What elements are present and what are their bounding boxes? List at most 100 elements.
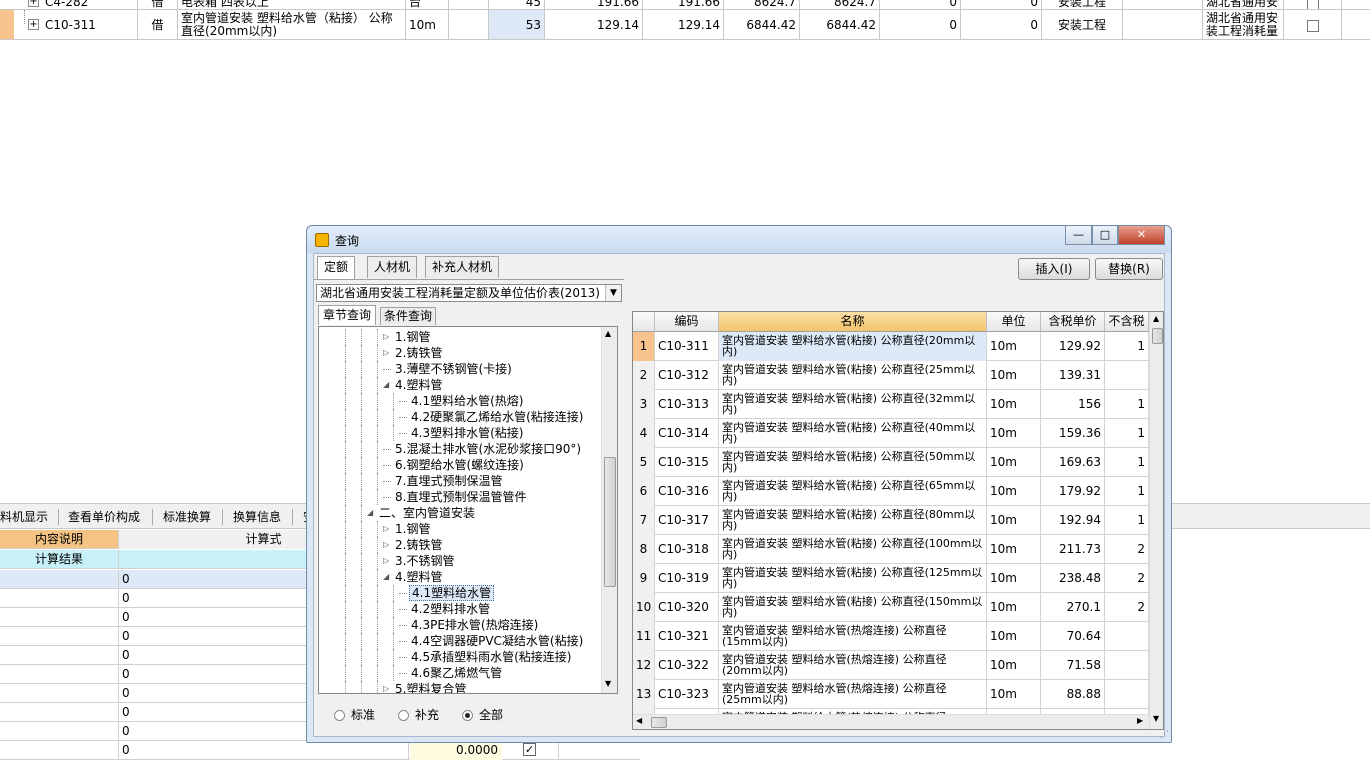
grid-hscroll-thumb[interactable] [651, 717, 667, 728]
scroll-up-icon[interactable]: ▲ [605, 329, 611, 338]
subtab-condition[interactable]: 条件查询 [380, 307, 437, 325]
grid-hscrollbar[interactable]: ◀ ▶ [633, 714, 1149, 729]
tree-node[interactable]: 4.4空调器硬PVC凝结水管(粘接) [319, 633, 599, 649]
grid-header-cell[interactable]: 单位 [987, 312, 1041, 332]
replace-button[interactable]: 替换(R) [1095, 258, 1163, 280]
expand-arrow-icon[interactable]: ▷ [383, 345, 389, 361]
collapse-arrow-icon[interactable]: ◢ [367, 505, 373, 521]
main-grid-row-1[interactable]: + C4-282 借 电表箱 四表以上 台 45 191.66 191.66 8… [0, 0, 1370, 10]
chapter-tree[interactable]: ▷ 1.钢管 ▷ 2.铸铁管 3.薄壁不锈钢管(卡接) ◢ 4.塑料管 4.1塑料给水管(热熔… [318, 326, 618, 694]
scroll-up-icon[interactable]: ▲ [1153, 314, 1159, 323]
tab-material-display[interactable]: 料机显示 [0, 509, 48, 525]
tab-labor-material[interactable]: 人材机 [367, 256, 418, 278]
expand-icon[interactable]: + [28, 0, 39, 7]
grid-header-cell[interactable] [633, 312, 655, 332]
resize-grip-icon[interactable]: ⋰ [1160, 730, 1169, 740]
value-checkbox[interactable]: ✓ [523, 743, 536, 756]
row-checkbox[interactable] [1284, 0, 1342, 9]
grid-row[interactable]: 4 C10-314 室内管道安装 塑料给水管(粘接) 公称直径(40mm以内) 10m… [633, 419, 1149, 448]
scroll-right-icon[interactable]: ▶ [1137, 716, 1143, 725]
tree-node[interactable]: 3.薄壁不锈钢管(卡接) [319, 361, 599, 377]
scroll-left-icon[interactable]: ◀ [636, 716, 642, 725]
grid-header-cell[interactable]: 不含税 [1105, 312, 1149, 332]
tree-node[interactable]: ▷ 1.钢管 [319, 329, 599, 345]
expand-arrow-icon[interactable]: ▷ [383, 329, 389, 345]
insert-button[interactable]: 插入(I) [1018, 258, 1090, 280]
scroll-down-icon[interactable]: ▼ [1153, 714, 1159, 723]
tree-node[interactable]: 4.1塑料给水管 [319, 585, 599, 601]
expand-icon[interactable]: + [28, 19, 39, 30]
library-select[interactable]: 湖北省通用安装工程消耗量定额及单位估价表(2013) ▼ [316, 284, 622, 302]
radio-circle-icon[interactable] [334, 710, 345, 721]
tree-node[interactable]: ▷ 3.不锈钢管 [319, 553, 599, 569]
tree-node[interactable]: 6.钢塑给水管(螺纹连接) [319, 457, 599, 473]
expand-arrow-icon[interactable]: ▷ [383, 537, 389, 553]
grid-scrollbar[interactable]: ▲ ▼ [1149, 312, 1163, 729]
tree-scrollbar[interactable]: ▲ ▼ [601, 327, 617, 693]
expand-arrow-icon[interactable]: ▷ [383, 521, 389, 537]
radio-0[interactable]: 标准 [334, 706, 375, 723]
grid-row[interactable]: 8 C10-318 室内管道安装 塑料给水管(粘接) 公称直径(100mm以内) 10… [633, 535, 1149, 564]
grid-row[interactable]: 2 C10-312 室内管道安装 塑料给水管(粘接) 公称直径(25mm以内) 10m… [633, 361, 1149, 390]
grid-row[interactable]: 6 C10-316 室内管道安装 塑料给水管(粘接) 公称直径(65mm以内) 10m… [633, 477, 1149, 506]
tree-node[interactable]: 4.6聚乙烯燃气管 [319, 665, 599, 681]
grid-header-cell[interactable]: 名称 [719, 312, 987, 332]
tree-node[interactable]: ▷ 2.铸铁管 [319, 537, 599, 553]
dialog-titlebar[interactable]: 查询 — □ ✕ [307, 226, 1171, 253]
tab-supplementary[interactable]: 补充人材机 [425, 256, 500, 278]
tab-standard-conversion[interactable]: 标准换算 [163, 509, 211, 525]
tree-node[interactable]: ◢ 4.塑料管 [319, 377, 599, 393]
close-button[interactable]: ✕ [1118, 226, 1165, 245]
radio-1[interactable]: 补充 [398, 706, 439, 723]
expand-arrow-icon[interactable]: ▷ [383, 681, 389, 693]
tree-node[interactable]: 4.3塑料排水管(粘接) [319, 425, 599, 441]
tree-node[interactable]: ◢ 4.塑料管 [319, 569, 599, 585]
grid-row[interactable]: 3 C10-313 室内管道安装 塑料给水管(粘接) 公称直径(32mm以内) 10m… [633, 390, 1149, 419]
grid-row[interactable]: 11 C10-321 室内管道安装 塑料给水管(热熔连接) 公称直径(15mm以内)… [633, 622, 1149, 651]
subtab-chapter[interactable]: 章节查询 [318, 305, 377, 325]
row-checkbox[interactable] [1284, 10, 1342, 39]
grid-header-cell[interactable]: 含税单价 [1041, 312, 1105, 332]
tree-node[interactable]: 4.5承插塑料雨水管(粘接连接) [319, 649, 599, 665]
main-grid-row-2[interactable]: + C10-311 借 室内管道安装 塑料给水管（粘接） 公称直径(20mm以内… [0, 10, 1370, 40]
minimize-button[interactable]: — [1065, 226, 1092, 245]
grid-row[interactable]: 13 C10-323 室内管道安装 塑料给水管(热熔连接) 公称直径(25mm以内)… [633, 680, 1149, 709]
tab-unit-price-composition[interactable]: 查看单价构成 [68, 509, 140, 525]
tree-node[interactable]: ▷ 5.塑料复合管 [319, 681, 599, 693]
tree-node[interactable]: 4.3PE排水管(热熔连接) [319, 617, 599, 633]
tree-node[interactable]: ◢ 二、室内管道安装 [319, 505, 599, 521]
quota-grid[interactable]: 编码 名称 单位 含税单价 不含税 1 C10-311 室内管道安装 塑料给水管(粘接) 公… [632, 311, 1164, 730]
collapse-arrow-icon[interactable]: ◢ [383, 569, 389, 585]
tree-node[interactable]: 8.直埋式预制保温管管件 [319, 489, 599, 505]
tab-quota[interactable]: 定额 [317, 256, 356, 279]
dropdown-arrow-icon[interactable]: ▼ [605, 285, 621, 301]
grid-row[interactable]: 7 C10-317 室内管道安装 塑料给水管(粘接) 公称直径(80mm以内) 10m… [633, 506, 1149, 535]
tree-scroll-thumb[interactable] [604, 457, 616, 587]
grid-row[interactable]: 1 C10-311 室内管道安装 塑料给水管(粘接) 公称直径(20mm以内) 10m… [633, 332, 1149, 361]
grid-row[interactable]: 10 C10-320 室内管道安装 塑料给水管(粘接) 公称直径(150mm以内) 1… [633, 593, 1149, 622]
tree-node[interactable]: ▷ 2.铸铁管 [319, 345, 599, 361]
scroll-down-icon[interactable]: ▼ [605, 679, 611, 688]
tree-node[interactable]: ▷ 1.钢管 [319, 521, 599, 537]
grid-row[interactable]: 12 C10-322 室内管道安装 塑料给水管(热熔连接) 公称直径(20mm以内)… [633, 651, 1149, 680]
collapse-arrow-icon[interactable]: ◢ [383, 377, 389, 393]
tree-node[interactable]: 5.混凝土排水管(水泥砂浆接口90°) [319, 441, 599, 457]
tree-node[interactable]: 7.直埋式预制保温管 [319, 473, 599, 489]
tree-node[interactable]: 4.1塑料给水管(热熔) [319, 393, 599, 409]
row-formula-cell[interactable]: 0 [119, 741, 409, 760]
tree-node[interactable]: 4.2塑料排水管 [319, 601, 599, 617]
grid-row[interactable]: 5 C10-315 室内管道安装 塑料给水管(粘接) 公称直径(50mm以内) 10m… [633, 448, 1149, 477]
grid-scroll-thumb[interactable] [1152, 328, 1163, 344]
bottom-grid-row[interactable]: 0 [0, 741, 640, 760]
expand-arrow-icon[interactable]: ▷ [383, 553, 389, 569]
tree-node[interactable]: 4.2硬聚氯乙烯给水管(粘接连接) [319, 409, 599, 425]
radio-circle-icon[interactable] [462, 710, 473, 721]
radio-circle-icon[interactable] [398, 710, 409, 721]
maximize-button[interactable]: □ [1092, 226, 1118, 245]
qty-cell[interactable]: 53 [489, 10, 545, 39]
tab-conversion-info[interactable]: 换算信息 [233, 509, 281, 525]
tree-guide [377, 441, 378, 457]
grid-row[interactable]: 9 C10-319 室内管道安装 塑料给水管(粘接) 公称直径(125mm以内) 10… [633, 564, 1149, 593]
grid-header-cell[interactable]: 编码 [655, 312, 719, 332]
radio-2[interactable]: 全部 [462, 706, 503, 723]
